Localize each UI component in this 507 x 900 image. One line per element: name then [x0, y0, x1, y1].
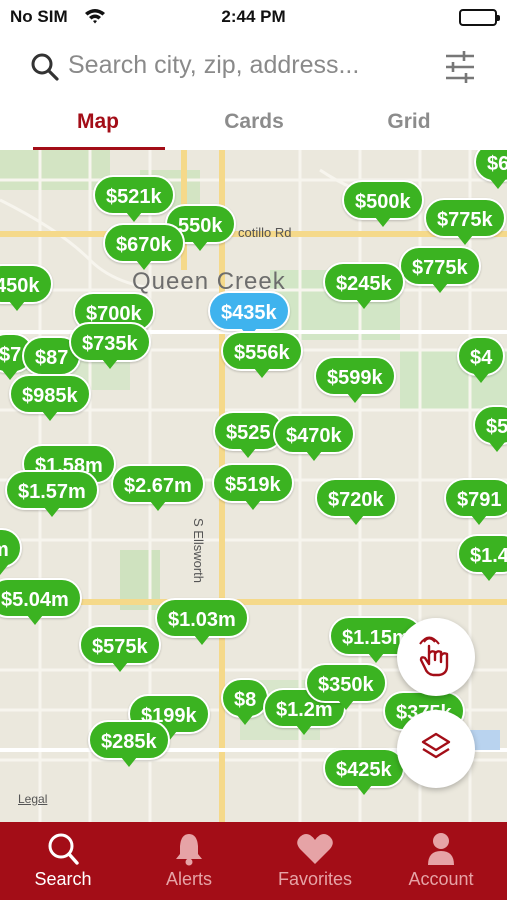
price-pin[interactable]: $245k — [323, 262, 405, 309]
price-pin[interactable]: $470k — [273, 414, 355, 461]
heart-icon — [295, 830, 335, 868]
price-pin[interactable]: $1.03m — [155, 598, 249, 645]
price-pin[interactable]: $350k — [305, 663, 387, 710]
tab-map-label: Map — [77, 110, 119, 133]
price-pin[interactable]: $985k — [9, 374, 91, 421]
price-pin[interactable]: $575k — [79, 625, 161, 672]
price-pin[interactable]: $519k — [212, 463, 294, 510]
view-tabs: Map Cards Grid — [0, 102, 507, 150]
tab-search[interactable]: Search — [0, 822, 126, 900]
price-pin[interactable]: $2.67m — [111, 464, 205, 511]
road-label-ellsworth: S Ellsworth — [191, 518, 206, 584]
tab-grid[interactable]: Grid — [344, 110, 474, 150]
clock: 2:44 PM — [221, 7, 286, 26]
tab-grid-label: Grid — [387, 110, 431, 133]
map-legal-link[interactable]: Legal — [18, 792, 47, 806]
search-icon — [30, 52, 60, 87]
price-pin[interactable]: $5.04m — [0, 578, 82, 625]
price-pin[interactable]: 450k — [0, 264, 53, 311]
price-pin[interactable]: $1.57m — [5, 470, 99, 517]
search-icon — [43, 830, 83, 868]
tab-account[interactable]: Account — [378, 822, 504, 900]
price-pin[interactable]: $8 — [221, 678, 270, 725]
person-icon — [421, 830, 461, 868]
tab-alerts[interactable]: Alerts — [126, 822, 252, 900]
tab-favorites-label: Favorites — [277, 869, 353, 889]
price-pin[interactable]: $521k — [93, 175, 175, 222]
price-pin-selected[interactable]: $435k — [208, 291, 290, 338]
map-layers-button[interactable] — [397, 710, 475, 788]
filter-sliders-icon[interactable] — [444, 50, 476, 89]
price-pin[interactable]: $720k — [315, 478, 397, 525]
price-pin[interactable]: $5 — [473, 405, 507, 452]
price-pin[interactable]: $425k — [323, 748, 405, 795]
price-pin[interactable]: $791 — [444, 478, 507, 525]
price-pin[interactable]: $599k — [314, 356, 396, 403]
tab-cards-label: Cards — [224, 110, 284, 133]
price-pin[interactable]: $775k — [424, 198, 506, 245]
draw-area-button[interactable] — [397, 618, 475, 696]
bottom-tab-bar: Search Alerts Favorites Account — [0, 822, 507, 900]
bell-icon — [169, 830, 209, 868]
status-bar: No SIM 2:44 PM — [0, 0, 507, 34]
price-pin[interactable]: $500k — [342, 180, 424, 227]
search-input[interactable]: Search city, zip, address... — [68, 51, 359, 80]
hand-draw-icon — [415, 632, 457, 683]
price-pin[interactable]: $735k — [69, 322, 151, 369]
tab-alerts-label: Alerts — [165, 869, 212, 889]
price-pin[interactable]: $1.4 — [457, 534, 507, 581]
tab-cards[interactable]: Cards — [189, 110, 319, 150]
tab-account-label: Account — [408, 869, 474, 889]
price-pin[interactable]: $775k — [399, 246, 481, 293]
tab-search-label: Search — [34, 869, 92, 889]
road-label-ocotillo: cotillo Rd — [238, 225, 292, 240]
price-pin[interactable]: $556k — [221, 331, 303, 378]
price-pin[interactable]: $670k — [103, 223, 185, 270]
tab-favorites[interactable]: Favorites — [252, 822, 378, 900]
price-pin[interactable]: $285k — [88, 720, 170, 767]
search-bar: Search city, zip, address... — [0, 36, 507, 98]
tab-map[interactable]: Map — [33, 110, 165, 150]
map-view[interactable]: Queen Creek cotillo Rd S Ellsworth $6 $5… — [0, 150, 507, 822]
layers-icon — [419, 730, 453, 769]
battery-icon — [459, 9, 500, 26]
price-pin[interactable]: $4 — [457, 336, 506, 383]
